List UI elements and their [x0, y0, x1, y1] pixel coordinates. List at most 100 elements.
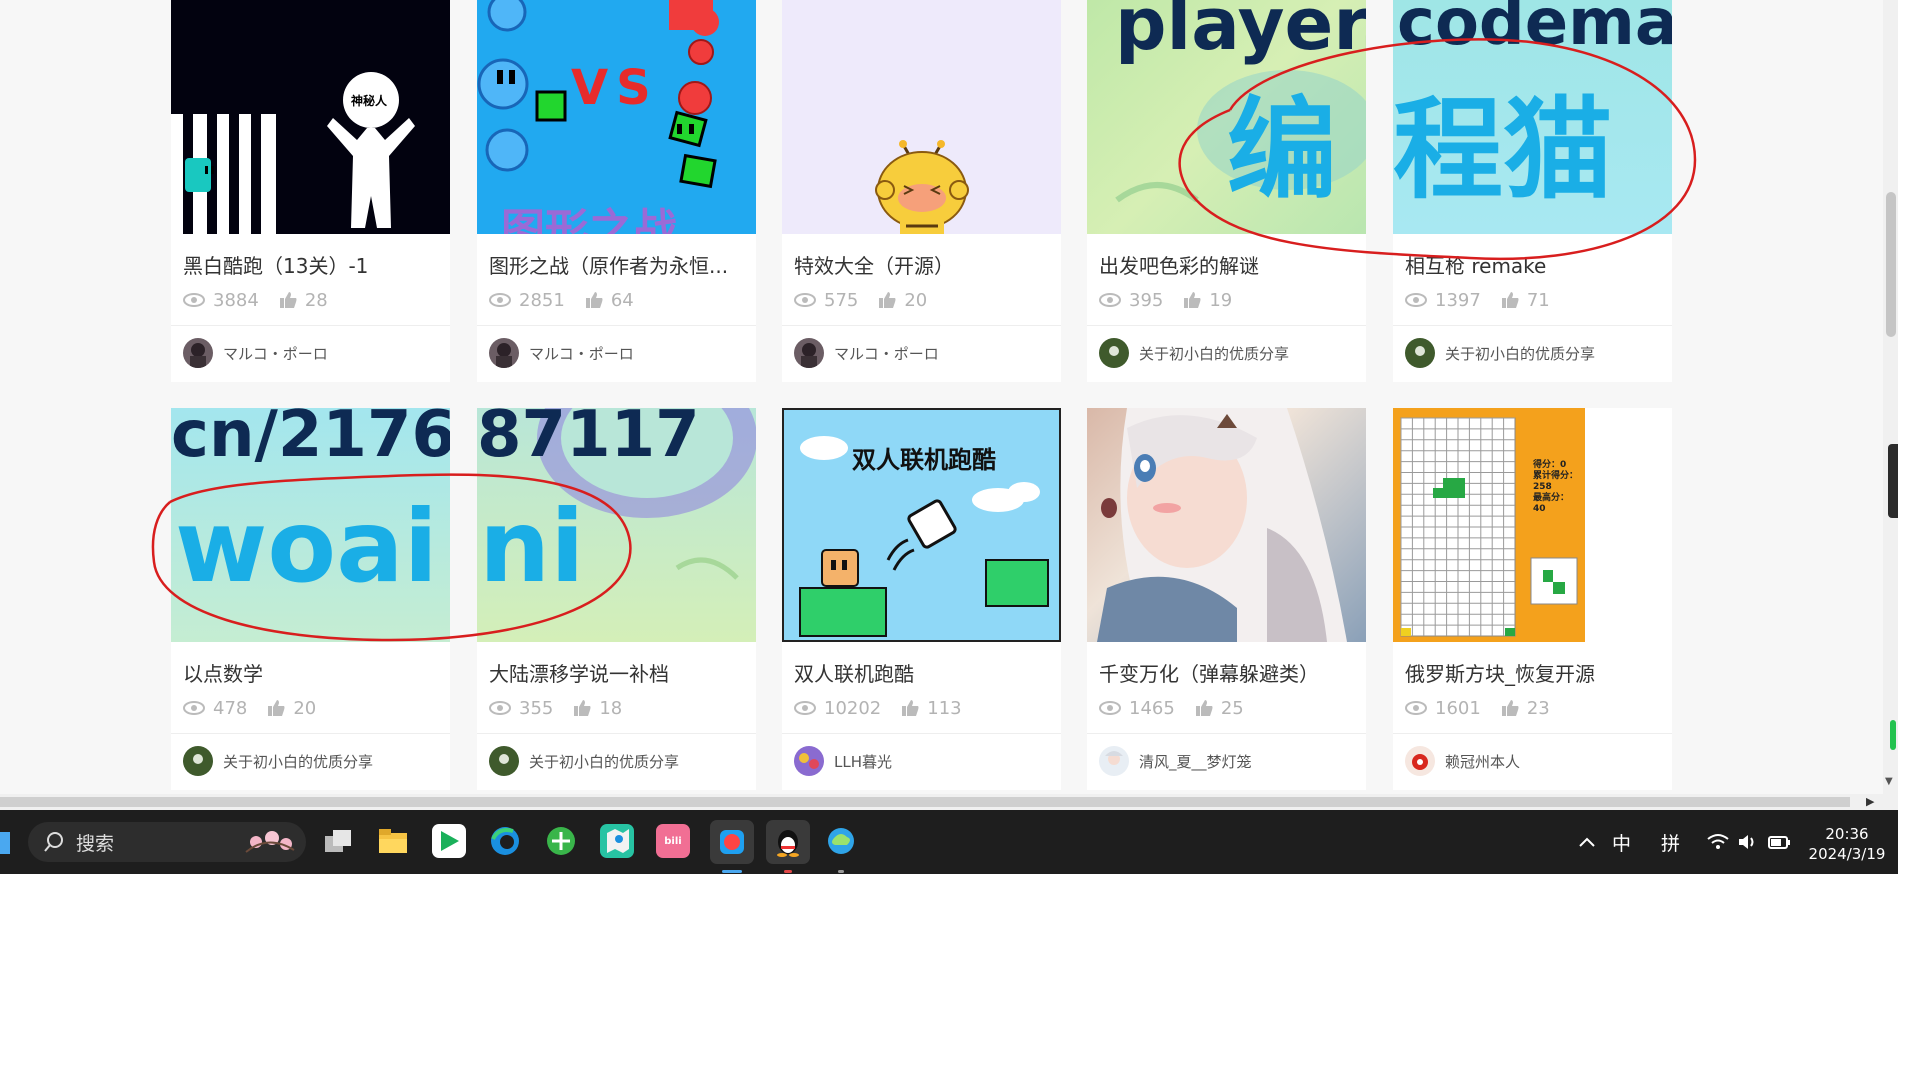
project-thumbnail[interactable]: player. 编	[1087, 0, 1366, 234]
author-avatar[interactable]	[1099, 746, 1129, 776]
author-name[interactable]: 赖冠州本人	[1445, 751, 1520, 772]
author-info[interactable]: 清风_夏__梦灯笼	[1099, 745, 1252, 777]
project-title[interactable]: 千变万化（弹幕躲避类）	[1099, 658, 1357, 687]
author-avatar[interactable]	[489, 338, 519, 368]
browser-green-icon[interactable]	[544, 824, 578, 858]
edge-browser-icon[interactable]	[488, 824, 522, 858]
author-info[interactable]: マルコ・ポーロ	[794, 337, 939, 369]
clock-time: 20:36	[1825, 825, 1869, 843]
author-name[interactable]: マルコ・ポーロ	[529, 343, 634, 364]
author-info[interactable]: 关于初小白的优质分享	[1099, 337, 1289, 369]
author-avatar[interactable]	[183, 746, 213, 776]
qq-icon[interactable]	[766, 820, 810, 864]
author-name[interactable]: LLH暮光	[834, 751, 892, 772]
project-card[interactable]: 双人联机跑酷 双人联机跑酷 10202 113 LLH暮光	[782, 408, 1061, 790]
battery-icon[interactable]	[1767, 810, 1791, 874]
parkour-text: 双人联机跑酷	[852, 446, 996, 474]
project-title[interactable]: 以点数学	[183, 658, 441, 687]
project-card[interactable]: 神秘人 黑白酷跑（13关）-1 3884 28 マルコ・ポーロ	[171, 0, 450, 382]
project-card[interactable]: 特效大全（开源） 575 20 マルコ・ポーロ	[782, 0, 1061, 382]
author-name[interactable]: 关于初小白的优质分享	[1139, 343, 1289, 364]
bilibili-icon[interactable]: bili	[656, 824, 690, 858]
author-name[interactable]: マルコ・ポーロ	[223, 343, 328, 364]
like-count: 28	[304, 289, 328, 311]
codemao-app-icon[interactable]	[710, 820, 754, 864]
project-title[interactable]: 相互枪 remake	[1405, 250, 1663, 279]
project-title[interactable]: 出发吧色彩的解谜	[1099, 250, 1357, 279]
project-title[interactable]: 俄罗斯方块_恢复开源	[1405, 658, 1663, 687]
vertical-scrollbar[interactable]: ▼	[1883, 0, 1898, 794]
project-thumbnail[interactable]: VS 图形之战	[477, 0, 756, 234]
author-info[interactable]: マルコ・ポーロ	[489, 337, 634, 369]
horizontal-scrollbar[interactable]: ▶	[0, 794, 1898, 810]
author-name[interactable]: 清风_夏__梦灯笼	[1139, 751, 1252, 772]
card-divider	[1087, 325, 1366, 326]
project-card[interactable]: VS 图形之战 图形之战（原作者为永恒... 2851 64 マルコ・ポーロ	[477, 0, 756, 382]
project-thumbnail[interactable]: 得分：0 累计得分： 258 最高分： 40	[1393, 408, 1672, 642]
ime-mode-pinyin[interactable]: 拼	[1661, 810, 1680, 874]
file-explorer-icon[interactable]	[376, 824, 410, 858]
author-avatar[interactable]	[1099, 338, 1129, 368]
author-info[interactable]: 关于初小白的优质分享	[489, 745, 679, 777]
project-thumbnail[interactable]: 神秘人	[171, 0, 450, 234]
project-card[interactable]: player. 编 出发吧色彩的解谜 395 19 关于初小白的优质分享	[1087, 0, 1366, 382]
ime-mode-zh[interactable]: 中	[1612, 810, 1631, 874]
mystery-label: 神秘人	[351, 94, 388, 108]
search-icon	[44, 832, 63, 852]
project-card[interactable]: cn/2176 woai 以点数学 478 20 关于初小白的优质分享	[171, 408, 450, 790]
author-avatar[interactable]	[183, 338, 213, 368]
project-title[interactable]: 黑白酷跑（13关）-1	[183, 250, 441, 279]
horizontal-scroll-thumb[interactable]	[0, 797, 1850, 807]
wifi-icon[interactable]	[1707, 810, 1729, 874]
author-avatar[interactable]	[794, 746, 824, 776]
project-title[interactable]: 双人联机跑酷	[794, 658, 1052, 687]
author-info[interactable]: 关于初小白的优质分享	[183, 745, 373, 777]
project-title[interactable]: 大陆漂移学说一补档	[489, 658, 747, 687]
weather-app-icon[interactable]	[824, 824, 858, 858]
codemao-text: codemao.	[1397, 0, 1672, 60]
project-card[interactable]: codemao. 程猫 相互枪 remake 1397 71 关于初小白的优质分…	[1393, 0, 1672, 382]
author-name[interactable]: 关于初小白的优质分享	[223, 751, 373, 772]
view-icon	[1099, 701, 1121, 715]
project-title[interactable]: 特效大全（开源）	[794, 250, 1052, 279]
project-thumbnail[interactable]: 双人联机跑酷	[782, 408, 1061, 642]
project-thumbnail[interactable]: cn/2176 woai	[171, 408, 450, 642]
author-avatar[interactable]	[489, 746, 519, 776]
side-widget[interactable]	[1888, 444, 1898, 518]
task-view-icon[interactable]	[321, 824, 355, 858]
project-card[interactable]: 得分：0 累计得分： 258 最高分： 40 俄罗斯方块_恢复开源 1601 2…	[1393, 408, 1672, 790]
project-thumbnail[interactable]: 87117 ni	[477, 408, 756, 642]
taskbar-search[interactable]: 搜索	[28, 822, 306, 862]
project-card[interactable]: 87117 ni 大陆漂移学说一补档 355 18 关于初小白的优质分享	[477, 408, 756, 790]
vertical-scroll-thumb[interactable]	[1886, 192, 1896, 337]
card-divider	[477, 325, 756, 326]
project-title[interactable]: 图形之战（原作者为永恒...	[489, 250, 747, 279]
project-thumbnail[interactable]	[782, 0, 1061, 234]
author-avatar[interactable]	[794, 338, 824, 368]
author-info[interactable]: 赖冠州本人	[1405, 745, 1520, 777]
media-player-icon[interactable]	[432, 824, 466, 858]
volume-icon[interactable]	[1737, 810, 1759, 874]
project-thumbnail[interactable]: codemao. 程猫	[1393, 0, 1672, 234]
author-avatar[interactable]	[1405, 338, 1435, 368]
author-info[interactable]: 关于初小白的优质分享	[1405, 337, 1595, 369]
view-icon	[1405, 293, 1427, 307]
scroll-down-arrow-icon[interactable]: ▼	[1885, 776, 1893, 787]
author-name[interactable]: マルコ・ポーロ	[834, 343, 939, 364]
chevron-up-icon[interactable]	[1578, 836, 1596, 848]
ni-text: ni	[479, 488, 585, 605]
project-thumbnail[interactable]	[1087, 408, 1366, 642]
author-name[interactable]: 关于初小白的优质分享	[1445, 343, 1595, 364]
side-status-indicator	[1890, 720, 1896, 750]
scroll-right-arrow-icon[interactable]: ▶	[1866, 795, 1874, 808]
project-card[interactable]: 千变万化（弹幕躲避类） 1465 25 清风_夏__梦灯笼	[1087, 408, 1366, 790]
author-info[interactable]: LLH暮光	[794, 745, 892, 777]
author-info[interactable]: マルコ・ポーロ	[183, 337, 328, 369]
view-count: 1397	[1435, 289, 1481, 311]
author-avatar[interactable]	[1405, 746, 1435, 776]
system-clock[interactable]: 20:36 2024/3/19	[1808, 824, 1886, 864]
author-name[interactable]: 关于初小白的优质分享	[529, 751, 679, 772]
show-hidden-icons[interactable]	[1578, 810, 1596, 874]
maps-app-icon[interactable]	[600, 824, 634, 858]
start-icon[interactable]	[0, 832, 10, 854]
